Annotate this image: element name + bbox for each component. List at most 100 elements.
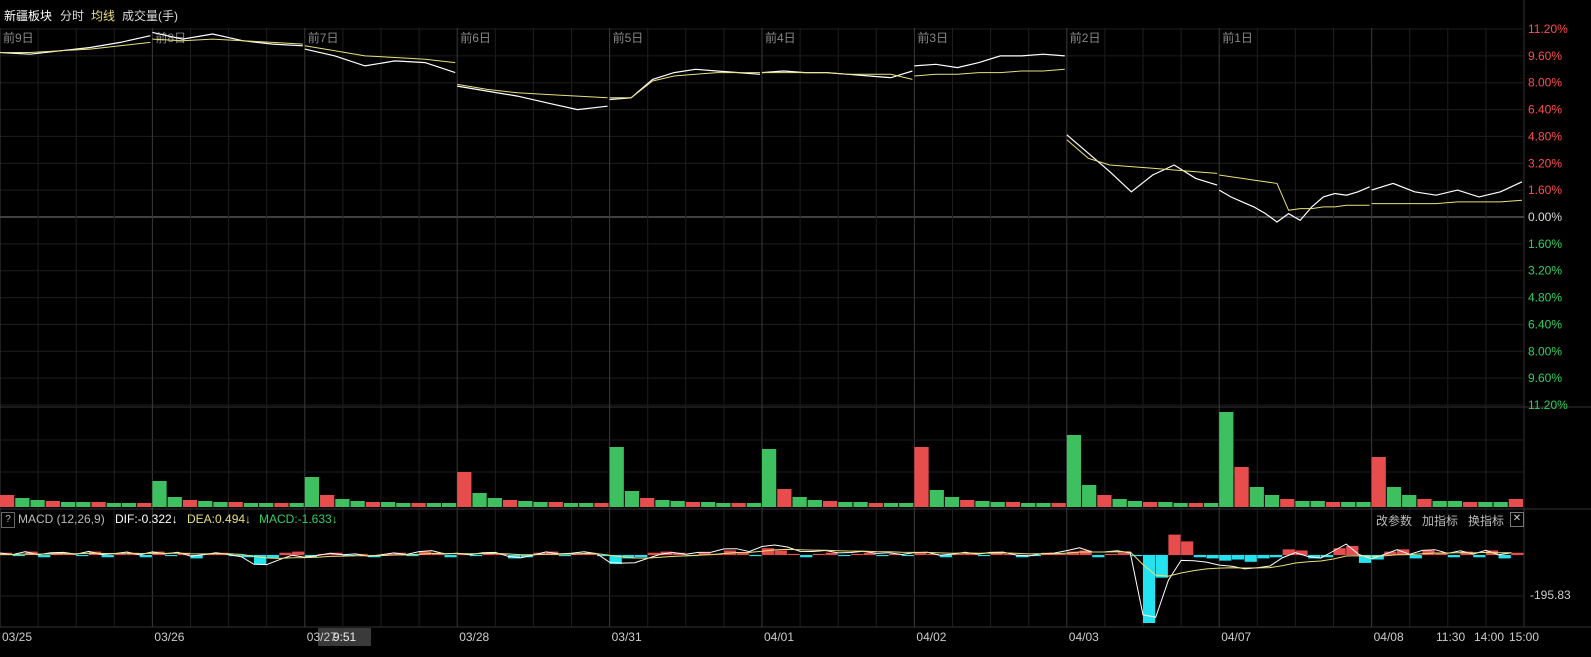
- x-date-label: 04/07: [1221, 630, 1252, 644]
- y-tick-label: 9.60%: [1528, 371, 1562, 385]
- switch-indicator-button[interactable]: 换指标: [1468, 512, 1504, 529]
- y-tick-label: 6.40%: [1528, 317, 1562, 331]
- macd-hist-bar: [469, 555, 483, 557]
- volume-bar: [426, 503, 441, 507]
- volume-bar: [365, 502, 380, 507]
- volume-bar: [45, 501, 60, 507]
- series-line: [1371, 199, 1523, 205]
- volume-bar: [259, 503, 274, 507]
- volume-bar: [320, 495, 335, 507]
- series-line: [304, 48, 456, 74]
- x-date-label: 03/28: [459, 630, 490, 644]
- x-date-label: 04/01: [764, 630, 795, 644]
- volume-bar: [624, 491, 640, 507]
- macd-hist-bar: [800, 555, 813, 558]
- volume-bar: [1005, 502, 1021, 507]
- volume-bar: [701, 502, 716, 507]
- series-line: [1219, 174, 1370, 211]
- macd-hist-bar: [38, 555, 51, 558]
- macd-hist-bar: [1231, 555, 1245, 560]
- volume-bar: [807, 500, 822, 507]
- macd-value: MACD:-1.633↓: [259, 512, 338, 526]
- volume-bar: [1219, 412, 1234, 507]
- volume-bar: [1295, 501, 1310, 507]
- volume-bar: [1021, 503, 1036, 507]
- y-tick-label: 1.60%: [1528, 183, 1562, 197]
- volume-bar: [167, 497, 182, 507]
- volume-bar: [1051, 503, 1066, 507]
- chart-canvas[interactable]: 11.20% 9.60% 8.00% 6.40% 4.80% 3.20% 1.60% 0.00…: [0, 0, 1591, 657]
- close-icon[interactable]: ✕: [1510, 512, 1524, 527]
- macd-hist-bar: [736, 552, 749, 555]
- series-line: [914, 68, 1065, 77]
- volume-bar: [1249, 487, 1264, 507]
- macd-hist-bar: [1219, 555, 1232, 561]
- macd-hist-bar: [762, 548, 775, 555]
- day-label: 前9日: [3, 30, 34, 45]
- volume-bar: [213, 502, 228, 507]
- volume-bar: [1173, 503, 1188, 507]
- volume-bar: [152, 481, 167, 507]
- volume-bar: [914, 447, 929, 507]
- macd-hist-bar: [1346, 545, 1359, 555]
- macd-label: MACD (12,26,9): [18, 512, 105, 526]
- y-tick-label: 11.20%: [1528, 398, 1568, 412]
- y-tick-label: 0.00%: [1528, 210, 1562, 224]
- volume-bar: [822, 501, 838, 507]
- volume-bar: [746, 503, 761, 507]
- volume-bar: [76, 502, 91, 507]
- y-tick-label: 9.60%: [1528, 49, 1562, 63]
- series-line: [609, 68, 761, 101]
- volume-bar: [1341, 502, 1356, 507]
- volume-bar: [411, 503, 426, 507]
- macd-hist-bar: [1104, 553, 1118, 555]
- y-tick-label: 8.00%: [1528, 76, 1562, 90]
- macd-hist-bar: [1447, 555, 1460, 558]
- dif-value: DIF:-0.322↓: [115, 512, 178, 526]
- volume-bar: [609, 447, 624, 507]
- volume-bar: [853, 502, 868, 507]
- volume-bar: [990, 502, 1005, 507]
- macd-hist-bar: [1473, 555, 1486, 558]
- y-tick-label: 1.60%: [1528, 237, 1562, 251]
- volume-bar: [1158, 502, 1173, 507]
- volume-bar: [1264, 495, 1280, 507]
- volume-bar: [1447, 501, 1463, 507]
- volume-bar: [502, 500, 518, 507]
- macd-hist-bar: [914, 552, 927, 555]
- volume-bar: [60, 502, 76, 507]
- volume-bar: [533, 502, 548, 507]
- volume-bar: [685, 502, 701, 507]
- series-line: [609, 72, 760, 99]
- volume-bar: [579, 503, 594, 507]
- volume-bar: [274, 503, 289, 507]
- volume-bar: [1188, 503, 1203, 507]
- volume-bar: [304, 477, 320, 507]
- y-tick-label: 4.80%: [1528, 129, 1562, 143]
- x-date-label: 03/27: [306, 630, 337, 644]
- volume-bar: [899, 503, 914, 507]
- volume-bar: [1463, 502, 1478, 507]
- volume-bar: [518, 501, 533, 507]
- macd-hist-bar: [444, 555, 457, 558]
- series-line: [1371, 181, 1523, 198]
- add-indicator-button[interactable]: 加指标: [1422, 512, 1458, 529]
- volume-bar: [929, 490, 944, 507]
- volume-bar: [792, 497, 807, 507]
- macd-hist-bar: [101, 555, 114, 558]
- day-label: 前5日: [613, 30, 644, 45]
- macd-hist-bar: [1155, 555, 1168, 578]
- volume-bar: [594, 503, 609, 507]
- macd-hist-bar: [558, 555, 571, 557]
- day-label: 前6日: [460, 30, 491, 45]
- help-button[interactable]: ?: [1, 512, 15, 528]
- change-params-button[interactable]: 改参数: [1376, 512, 1412, 529]
- day-label: 前7日: [308, 30, 339, 45]
- volume-bar: [335, 499, 350, 507]
- macd-hist-bar: [1333, 548, 1346, 555]
- macd-hist-bar: [635, 555, 648, 558]
- macd-hist-bar: [1092, 555, 1105, 558]
- macd-hist-bar: [12, 555, 25, 557]
- macd-header: ? MACD (12,26,9) DIF:-0.322↓ DEA:0.494↓ …: [0, 511, 1591, 529]
- macd-hist-bar: [1282, 549, 1295, 555]
